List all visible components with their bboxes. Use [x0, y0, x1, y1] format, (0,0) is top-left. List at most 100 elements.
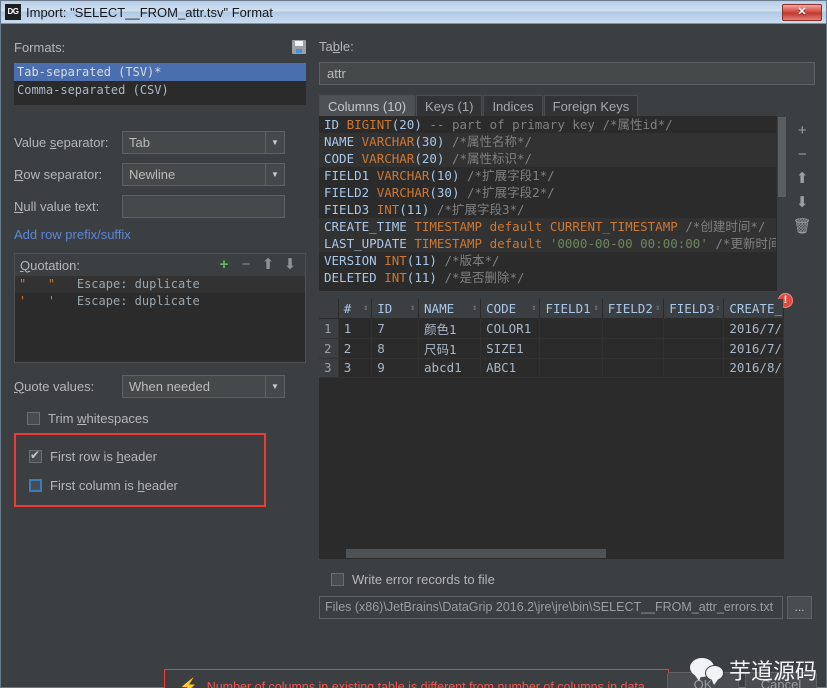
table-name-input[interactable]: attr: [319, 62, 815, 85]
checkbox-box[interactable]: [331, 572, 344, 586]
column-header-label: ID: [377, 300, 393, 316]
cell-field3[interactable]: [663, 358, 725, 378]
error-banner: ⚡ Number of columns in existing table is…: [164, 669, 669, 688]
sort-icon[interactable]: ⇕: [594, 303, 599, 312]
data-preview-grid[interactable]: # ⇕ ID ⇕ NAME ⇕ CODE ⇕ FIELD1 ⇕ FIELD2 ⇕ FIELD…: [319, 299, 784, 547]
column-header-field3[interactable]: FIELD3 ⇕: [663, 299, 725, 319]
ok-button[interactable]: OK: [667, 672, 739, 688]
column-header-field1[interactable]: FIELD1 ⇕: [539, 299, 603, 319]
cell-index[interactable]: 1: [338, 318, 373, 339]
first-row-is-header-checkbox[interactable]: First row is header: [29, 445, 264, 467]
cell-name[interactable]: abcd1: [418, 358, 482, 378]
chevron-down-icon[interactable]: ▼: [265, 163, 284, 185]
cell-id[interactable]: 9: [371, 358, 420, 378]
add-icon[interactable]: +: [798, 123, 807, 138]
cell-id[interactable]: 8: [371, 338, 420, 359]
column-header-field2[interactable]: FIELD2 ⇕: [602, 299, 665, 319]
sort-icon[interactable]: ⇕: [472, 303, 477, 312]
trim-whitespaces-checkbox[interactable]: Trim whitespaces: [27, 407, 306, 429]
tab-columns[interactable]: Columns (10): [319, 95, 416, 116]
row-number: 2: [319, 338, 339, 359]
cell-field2[interactable]: [602, 318, 665, 339]
quote-values-combo[interactable]: When needed ▼: [122, 374, 285, 398]
sort-icon[interactable]: ⇕: [410, 303, 415, 312]
table-row[interactable]: 3 3 9 abcd1 ABC1 2016/8/: [319, 358, 784, 378]
quotation-row[interactable]: ' ' Escape: duplicate: [15, 293, 305, 310]
move-down-icon[interactable]: ⬇: [796, 195, 809, 210]
dialog-body: Formats: Tab-separated (TSV)* Comma-sepa…: [1, 24, 826, 688]
row-separator-combo[interactable]: Newline ▼: [122, 162, 285, 186]
add-row-prefix-suffix-link[interactable]: Add row prefix/suffix: [14, 227, 306, 242]
quotation-row[interactable]: " " Escape: duplicate: [15, 276, 305, 293]
chevron-down-icon[interactable]: ▼: [265, 375, 284, 397]
tab-keys[interactable]: Keys (1): [416, 95, 483, 116]
cell-field3[interactable]: [663, 318, 725, 339]
move-up-icon[interactable]: ⬆: [257, 255, 279, 275]
cell-code[interactable]: ABC1: [480, 358, 541, 378]
table-row[interactable]: 1 1 7 颜色1 COLOR1 2016/7/: [319, 318, 784, 339]
table-row[interactable]: 2 2 8 尺码1 SIZE1 2016/7/: [319, 338, 784, 359]
quotation-list[interactable]: " " Escape: duplicate ' ' Escape: duplic…: [15, 276, 305, 362]
sort-icon[interactable]: ⇕: [716, 303, 721, 312]
cancel-button[interactable]: Cancel: [745, 672, 817, 688]
cell-field2[interactable]: [602, 338, 665, 359]
ddl-line: DELETED INT(11) /*是否删除*/: [319, 269, 776, 286]
cell-field2[interactable]: [602, 358, 665, 378]
cell-field1[interactable]: [539, 338, 603, 359]
column-comment: /*扩展字段1*/: [467, 168, 555, 183]
grid-horizontal-scrollbar[interactable]: [319, 547, 784, 559]
save-icon[interactable]: [292, 40, 306, 54]
cell-name[interactable]: 尺码1: [418, 338, 482, 359]
column-header-name[interactable]: NAME ⇕: [418, 299, 482, 319]
write-error-records-checkbox[interactable]: Write error records to file: [331, 568, 815, 590]
cell-field1[interactable]: [539, 318, 603, 339]
quote-open: ": [19, 277, 27, 291]
column-comment: /*是否删除*/: [444, 270, 525, 285]
cell-index[interactable]: 2: [338, 338, 373, 359]
cell-create-time[interactable]: 2016/8/: [723, 358, 784, 378]
delete-icon[interactable]: 🗑: [793, 219, 812, 234]
remove-icon[interactable]: −: [798, 147, 807, 162]
row-separator-row: Row separator: Newline ▼: [14, 162, 306, 186]
first-column-is-header-checkbox[interactable]: First column is header: [29, 474, 264, 496]
cell-field3[interactable]: [663, 338, 725, 359]
cell-create-time[interactable]: 2016/7/: [723, 338, 784, 359]
null-value-input[interactable]: [122, 194, 285, 218]
column-header-create-time[interactable]: CREATE_: [723, 299, 784, 319]
formats-list[interactable]: Tab-separated (TSV)* Comma-separated (CS…: [14, 63, 306, 105]
checkbox-box[interactable]: [29, 448, 42, 463]
cell-name[interactable]: 颜色1: [418, 318, 482, 339]
add-icon[interactable]: +: [213, 255, 235, 275]
cell-index[interactable]: 3: [338, 358, 373, 378]
scrollbar-thumb[interactable]: [778, 117, 787, 197]
error-file-path-input[interactable]: Files (x86)\JetBrains\DataGrip 2016.2\jr…: [319, 596, 783, 619]
value-separator-combo[interactable]: Tab ▼: [122, 130, 285, 154]
browse-button[interactable]: ...: [787, 596, 812, 619]
column-header-index[interactable]: # ⇕: [338, 299, 373, 319]
cell-code[interactable]: COLOR1: [480, 318, 541, 339]
cell-create-time[interactable]: 2016/7/: [723, 318, 784, 339]
checkbox-box[interactable]: [29, 478, 42, 492]
ddl-scrollbar[interactable]: [776, 116, 787, 291]
column-header-code[interactable]: CODE ⇕: [480, 299, 541, 319]
tab-foreign-keys[interactable]: Foreign Keys: [543, 95, 639, 116]
format-item-tsv[interactable]: Tab-separated (TSV)*: [14, 63, 306, 81]
cell-code[interactable]: SIZE1: [480, 338, 541, 359]
checkbox-box[interactable]: [27, 411, 40, 425]
remove-icon[interactable]: −: [235, 255, 257, 275]
column-header-id[interactable]: ID ⇕: [371, 299, 420, 319]
scrollbar-thumb[interactable]: [346, 549, 606, 558]
move-down-icon[interactable]: ⬇: [279, 255, 301, 275]
sort-icon[interactable]: ⇕: [363, 303, 368, 312]
move-up-icon[interactable]: ⬆: [796, 171, 809, 186]
sort-icon[interactable]: ⇕: [532, 303, 537, 312]
column-size: (20): [414, 151, 445, 166]
format-item-csv[interactable]: Comma-separated (CSV): [14, 81, 306, 99]
sort-icon[interactable]: ⇕: [655, 303, 660, 312]
tab-indices[interactable]: Indices: [483, 95, 543, 116]
ddl-editor[interactable]: ID BIGINT(20) -- part of primary key /*属…: [319, 116, 777, 291]
close-icon[interactable]: ✕: [782, 3, 822, 21]
cell-id[interactable]: 7: [371, 318, 420, 339]
cell-field1[interactable]: [539, 358, 603, 378]
chevron-down-icon[interactable]: ▼: [265, 131, 284, 153]
